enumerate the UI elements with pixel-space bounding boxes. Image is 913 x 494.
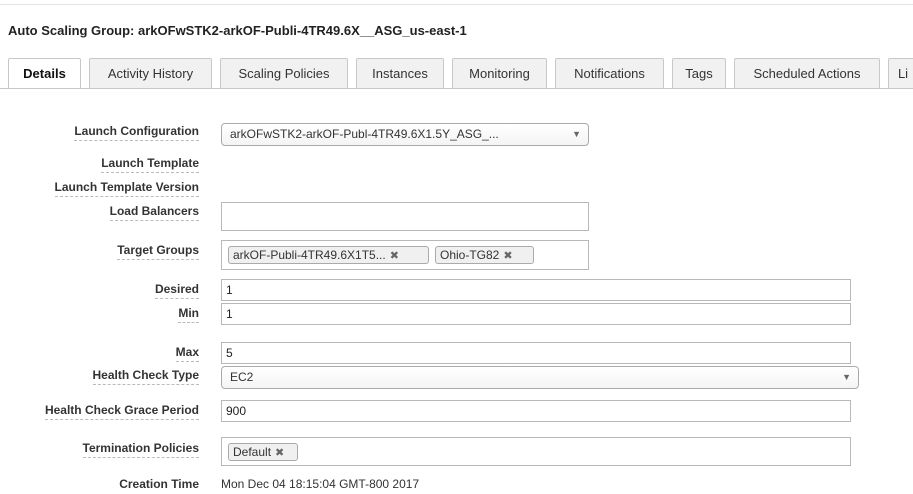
tab-notifications[interactable]: Notifications (555, 58, 664, 88)
target-groups-label: Target Groups (20, 243, 199, 260)
close-icon[interactable]: ✖ (275, 447, 284, 459)
chevron-down-icon: ▼ (842, 372, 851, 382)
page-title: Auto Scaling Group: arkOFwSTK2-arkOF-Pub… (8, 23, 467, 38)
desired-label: Desired (20, 282, 199, 299)
termination-policies-input[interactable]: Default ✖ (221, 437, 851, 466)
tab-instances[interactable]: Instances (356, 58, 444, 88)
desired-input[interactable]: 1 (221, 279, 851, 301)
min-label: Min (20, 306, 199, 323)
load-balancers-label: Load Balancers (20, 204, 199, 221)
tab-scheduled-actions[interactable]: Scheduled Actions (734, 58, 880, 88)
health-check-grace-period-input[interactable]: 900 (221, 400, 851, 422)
tab-underline (0, 88, 913, 89)
tab-tags[interactable]: Tags (672, 58, 726, 88)
tab-bar: Details Activity History Scaling Policie… (0, 58, 913, 89)
tab-activity-history[interactable]: Activity History (89, 58, 212, 88)
max-label: Max (20, 345, 199, 362)
tab-monitoring[interactable]: Monitoring (452, 58, 547, 88)
creation-time-label: Creation Time (119, 477, 199, 491)
chevron-down-icon: ▼ (572, 129, 581, 139)
termination-policies-label: Termination Policies (20, 441, 199, 458)
close-icon[interactable]: ✖ (390, 250, 399, 262)
termination-policy-chip-label: Default (233, 445, 272, 459)
max-input[interactable]: 5 (221, 342, 851, 364)
health-check-type-label: Health Check Type (20, 368, 199, 385)
launch-configuration-value: arkOFwSTK2-arkOF-Publ-4TR49.6X1.5Y_ASG_.… (230, 127, 499, 141)
tab-scaling-policies[interactable]: Scaling Policies (220, 58, 348, 88)
launch-template-label: Launch Template (20, 156, 199, 173)
load-balancers-input[interactable] (221, 202, 589, 231)
health-check-type-value: EC2 (230, 370, 254, 384)
target-group-chip: arkOF-Publi-4TR49.6X1T5... ✖ (228, 246, 429, 264)
target-group-chip-label: Ohio-TG82 (440, 248, 500, 262)
tab-lifecycle-hooks[interactable]: Li (888, 58, 913, 88)
min-input[interactable]: 1 (221, 303, 851, 325)
launch-configuration-select[interactable]: arkOFwSTK2-arkOF-Publ-4TR49.6X1.5Y_ASG_.… (221, 123, 589, 146)
health-check-grace-period-label: Health Check Grace Period (10, 403, 199, 420)
creation-time-value: Mon Dec 04 18:15:04 GMT-800 2017 (221, 477, 420, 491)
target-group-chip-label: arkOF-Publi-4TR49.6X1T5... (233, 248, 386, 262)
termination-policy-chip: Default ✖ (228, 443, 298, 461)
top-divider (0, 4, 913, 5)
launch-template-version-label: Launch Template Version (20, 180, 199, 197)
target-groups-input[interactable]: arkOF-Publi-4TR49.6X1T5... ✖ Ohio-TG82 ✖ (221, 240, 589, 270)
health-check-type-select[interactable]: EC2 ▼ (221, 366, 859, 389)
tab-details[interactable]: Details (8, 58, 81, 89)
launch-configuration-label: Launch Configuration (20, 124, 199, 141)
close-icon[interactable]: ✖ (503, 250, 512, 262)
target-group-chip: Ohio-TG82 ✖ (435, 246, 534, 264)
